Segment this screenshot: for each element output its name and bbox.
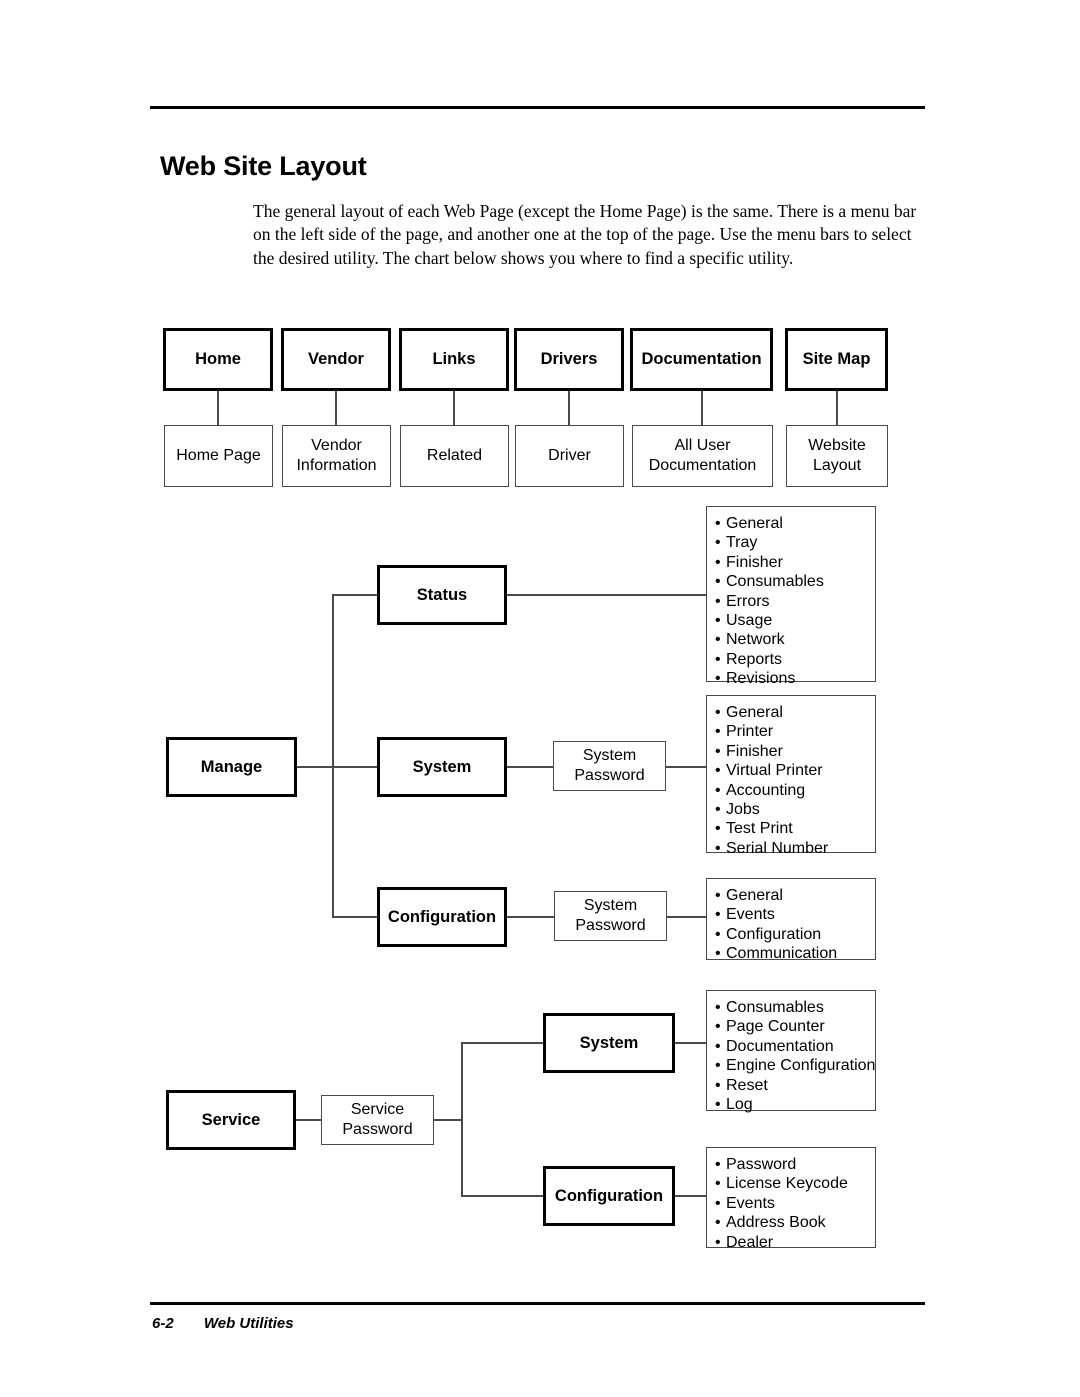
page-footer: 6-2 Web Utilities [152, 1315, 294, 1332]
list-status-items: General Tray Finisher Consumables Errors… [706, 506, 876, 687]
list-item: Events [715, 905, 875, 924]
footer-page-number: 6-2 [152, 1315, 174, 1332]
node-site-map[interactable]: Site Map [785, 328, 888, 391]
connector-manage-stem [297, 766, 333, 768]
node-manage[interactable]: Manage [166, 737, 297, 797]
node-home[interactable]: Home [163, 328, 273, 391]
list-item: Consumables [715, 998, 875, 1017]
list-item: Communication [715, 944, 875, 963]
connector-links [453, 391, 455, 425]
list-item: Finisher [715, 553, 875, 572]
list-item: General [715, 514, 875, 533]
list-item: License Keycode [715, 1174, 875, 1193]
connector-service-stem [434, 1119, 462, 1121]
list-item: Network [715, 630, 875, 649]
list-item: Documentation [715, 1037, 875, 1056]
node-manage-configuration-password[interactable]: System Password [554, 891, 667, 941]
list-manage-configuration-items: General Events Configuration Communicati… [706, 878, 876, 963]
list-item: Engine Configuration [715, 1056, 875, 1075]
connector-manage-trunk [332, 595, 334, 918]
connector-service-to-password [296, 1119, 322, 1121]
list-item: Errors [715, 592, 875, 611]
node-vendor[interactable]: Vendor [281, 328, 391, 391]
connector-service-configuration [461, 1195, 544, 1197]
list-item: Accounting [715, 781, 875, 800]
list-item: Tray [715, 533, 875, 552]
list-item: General [715, 703, 875, 722]
list-item: Printer [715, 722, 875, 741]
list-service-system-items: Consumables Page Counter Documentation E… [706, 990, 876, 1114]
connector-configuration-password-to-list [667, 916, 707, 918]
node-home-page[interactable]: Home Page [164, 425, 273, 487]
list-item: Reports [715, 650, 875, 669]
web-site-layout-chart: Home Home Page Vendor Vendor Information … [0, 0, 1080, 1397]
list-service-configuration-items: Password License Keycode Events Address … [706, 1147, 876, 1251]
node-website-layout[interactable]: Website Layout [786, 425, 888, 487]
node-manage-configuration[interactable]: Configuration [377, 887, 507, 947]
footer-rule [150, 1302, 925, 1305]
connector-documentation [701, 391, 703, 425]
connector-configuration-to-password [507, 916, 555, 918]
connector-home [217, 391, 219, 425]
list-item: Revisions [715, 669, 875, 688]
list-item: General [715, 886, 875, 905]
footer-section-title: Web Utilities [203, 1315, 294, 1332]
node-all-user-documentation[interactable]: All User Documentation [632, 425, 773, 487]
list-item: Password [715, 1155, 875, 1174]
list-item: Log [715, 1095, 875, 1114]
connector-manage-system [332, 766, 378, 768]
connector-system-to-password [507, 766, 554, 768]
connector-service-system-to-list [675, 1042, 707, 1044]
node-documentation[interactable]: Documentation [630, 328, 773, 391]
node-service-password[interactable]: Service Password [321, 1095, 434, 1145]
list-item: Configuration [715, 925, 875, 944]
node-service-system[interactable]: System [543, 1013, 675, 1073]
list-item: Test Print [715, 819, 875, 838]
list-item: Virtual Printer [715, 761, 875, 780]
node-related[interactable]: Related [400, 425, 509, 487]
connector-manage-configuration [332, 916, 378, 918]
connector-password-to-list [666, 766, 707, 768]
list-item: Finisher [715, 742, 875, 761]
list-item: Reset [715, 1076, 875, 1095]
connector-vendor [335, 391, 337, 425]
list-item: Page Counter [715, 1017, 875, 1036]
connector-service-configuration-to-list [675, 1195, 707, 1197]
list-item: Usage [715, 611, 875, 630]
list-item: Serial Number [715, 839, 875, 858]
connector-service-system [461, 1042, 544, 1044]
node-service-configuration[interactable]: Configuration [543, 1166, 675, 1226]
list-item: Consumables [715, 572, 875, 591]
node-manage-system[interactable]: System [377, 737, 507, 797]
list-manage-system-items: General Printer Finisher Virtual Printer… [706, 695, 876, 857]
connector-site-map [836, 391, 838, 425]
node-manage-system-password[interactable]: System Password [553, 741, 666, 791]
list-item: Events [715, 1194, 875, 1213]
node-driver[interactable]: Driver [515, 425, 624, 487]
connector-status-to-list [507, 594, 707, 596]
node-vendor-information[interactable]: Vendor Information [282, 425, 391, 487]
node-status[interactable]: Status [377, 565, 507, 625]
list-item: Address Book [715, 1213, 875, 1232]
connector-manage-status [332, 594, 378, 596]
node-drivers[interactable]: Drivers [514, 328, 624, 391]
node-service[interactable]: Service [166, 1090, 296, 1150]
connector-service-trunk [461, 1043, 463, 1197]
node-links[interactable]: Links [399, 328, 509, 391]
list-item: Jobs [715, 800, 875, 819]
connector-drivers [568, 391, 570, 425]
list-item: Dealer [715, 1233, 875, 1252]
